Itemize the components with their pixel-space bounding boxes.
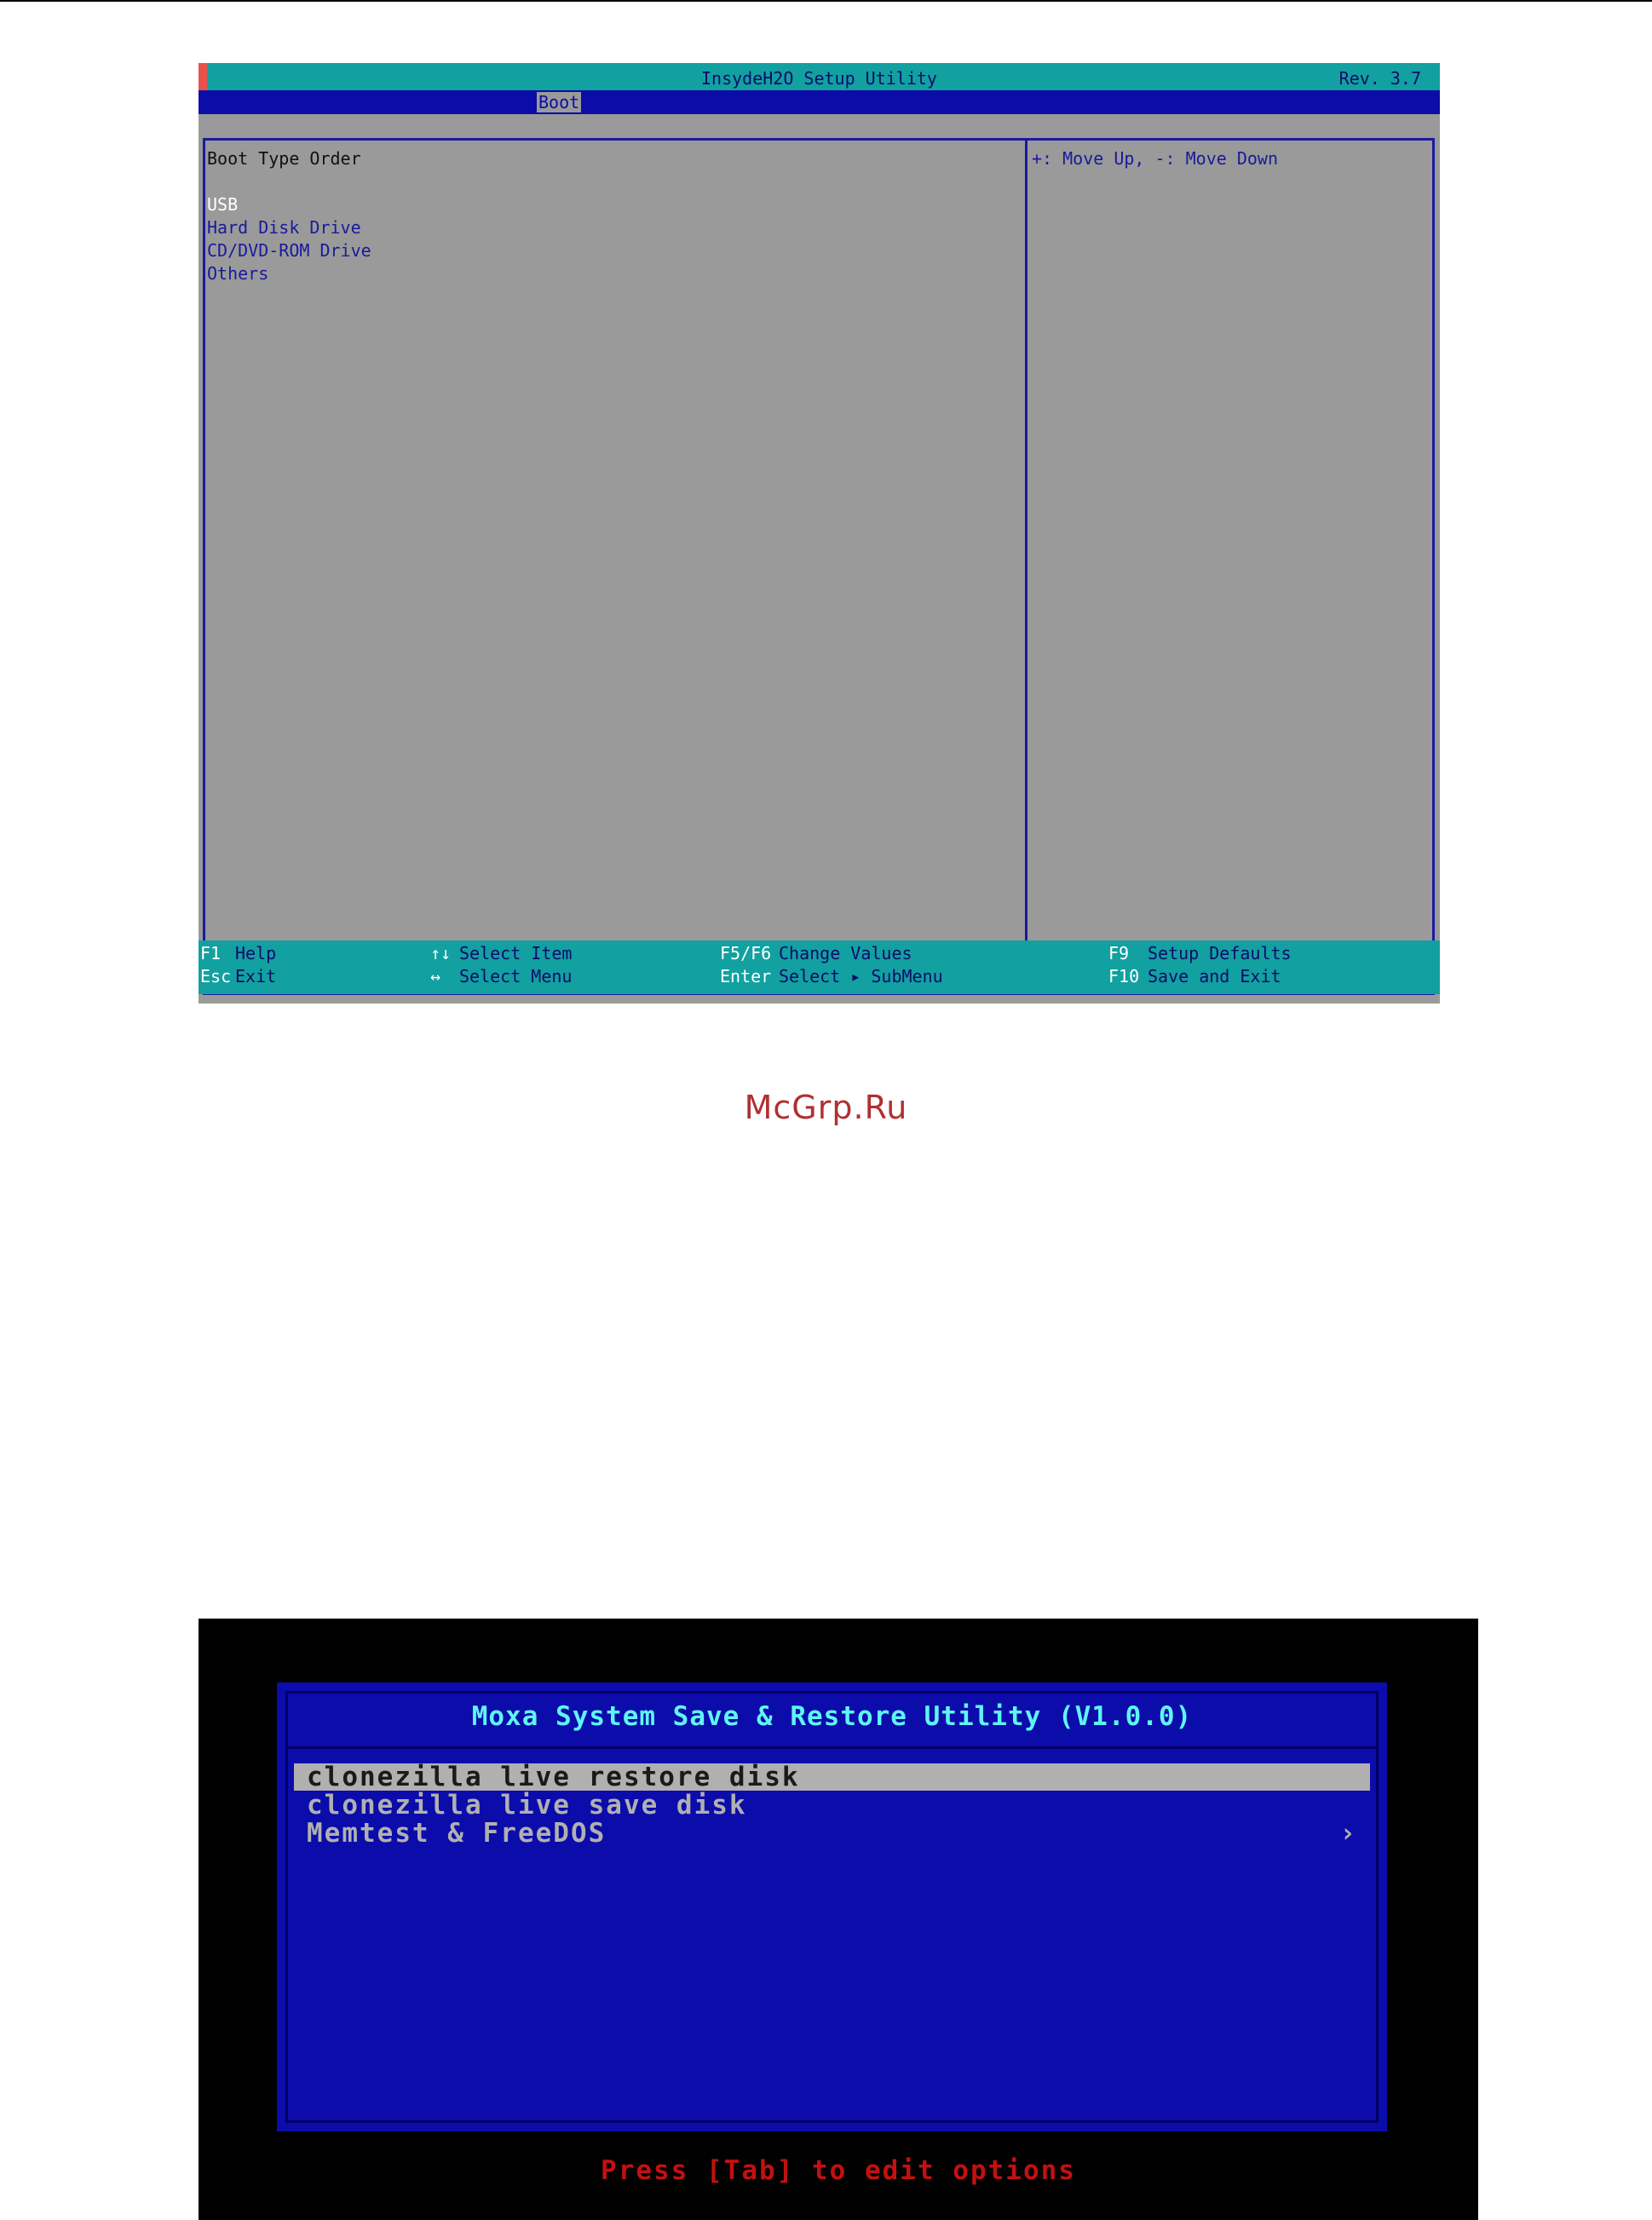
- boot-order-item-usb[interactable]: USB: [207, 194, 238, 215]
- edit-options-hint: Press [Tab] to edit options: [601, 2155, 1076, 2186]
- footer-key-enter: Enter: [720, 966, 772, 986]
- watermark: McGrp.Ru: [744, 1089, 908, 1126]
- bios-help-text: +: Move Up, -: Move Down: [1032, 148, 1278, 169]
- footer-desc-change-values: Change Values: [779, 943, 912, 963]
- boot-item-label: clonezilla live restore disk: [307, 1762, 800, 1792]
- footer-key-f1: F1: [200, 943, 222, 963]
- footer-desc-setup-defaults: Setup Defaults: [1148, 943, 1292, 963]
- bios-main-frame: [203, 138, 1435, 995]
- footer-key-updown: ↑↓: [430, 943, 452, 963]
- bios-title: InsydeH2O Setup Utility: [701, 68, 937, 89]
- boot-item-save-disk[interactable]: clonezilla live save disk: [294, 1792, 1370, 1819]
- page-top-rule: [0, 0, 1652, 2]
- footer-key-leftright: ↔: [430, 966, 441, 986]
- chevron-right-icon: ›: [1339, 1818, 1357, 1849]
- tab-boot[interactable]: Boot: [537, 92, 582, 112]
- footer-key-f9: F9: [1108, 943, 1130, 963]
- boot-order-item-hdd[interactable]: Hard Disk Drive: [207, 217, 361, 238]
- boot-menu-frame: [285, 1691, 1379, 2123]
- boot-order-item-others[interactable]: Others: [207, 263, 268, 284]
- footer-key-f10: F10: [1108, 966, 1140, 986]
- boot-menu-title-separator: [285, 1746, 1379, 1749]
- bios-panel-divider: [1025, 138, 1027, 995]
- boot-menu-screen: Moxa System Save & Restore Utility (V1.0…: [199, 1619, 1478, 2220]
- footer-desc-save-exit: Save and Exit: [1148, 966, 1281, 986]
- boot-item-memtest-freedos[interactable]: Memtest & FreeDOS ›: [294, 1820, 1370, 1847]
- footer-desc-exit: Exit: [235, 966, 277, 986]
- footer-desc-select-item: Select Item: [459, 943, 573, 963]
- boot-order-item-cdrom[interactable]: CD/DVD-ROM Drive: [207, 240, 371, 261]
- boot-item-label: clonezilla live save disk: [307, 1790, 747, 1820]
- footer-desc-select-menu: Select Menu: [459, 966, 573, 986]
- bios-footer-bar: F1 Help Esc Exit ↑↓ Select Item ↔ Select…: [199, 940, 1440, 994]
- boot-type-order-heading: Boot Type Order: [207, 148, 361, 169]
- footer-key-f5f6: F5/F6: [720, 943, 772, 963]
- bios-revision: Rev. 3.7: [1338, 68, 1421, 89]
- footer-desc-help: Help: [235, 943, 277, 963]
- bios-setup-screen: InsydeH2O Setup Utility Rev. 3.7 Boot Bo…: [199, 63, 1440, 1004]
- bios-menu-bar: Boot: [199, 90, 1440, 114]
- boot-item-restore-disk[interactable]: clonezilla live restore disk: [294, 1763, 1370, 1791]
- footer-desc-select-submenu: Select ▸ SubMenu: [779, 966, 943, 986]
- boot-menu-title: Moxa System Save & Restore Utility (V1.0…: [471, 1701, 1193, 1732]
- bios-title-bar: InsydeH2O Setup Utility Rev. 3.7: [199, 63, 1440, 90]
- boot-item-label: Memtest & FreeDOS: [307, 1818, 607, 1849]
- footer-key-esc: Esc: [200, 966, 232, 986]
- boot-menu-panel: Moxa System Save & Restore Utility (V1.0…: [277, 1682, 1387, 2131]
